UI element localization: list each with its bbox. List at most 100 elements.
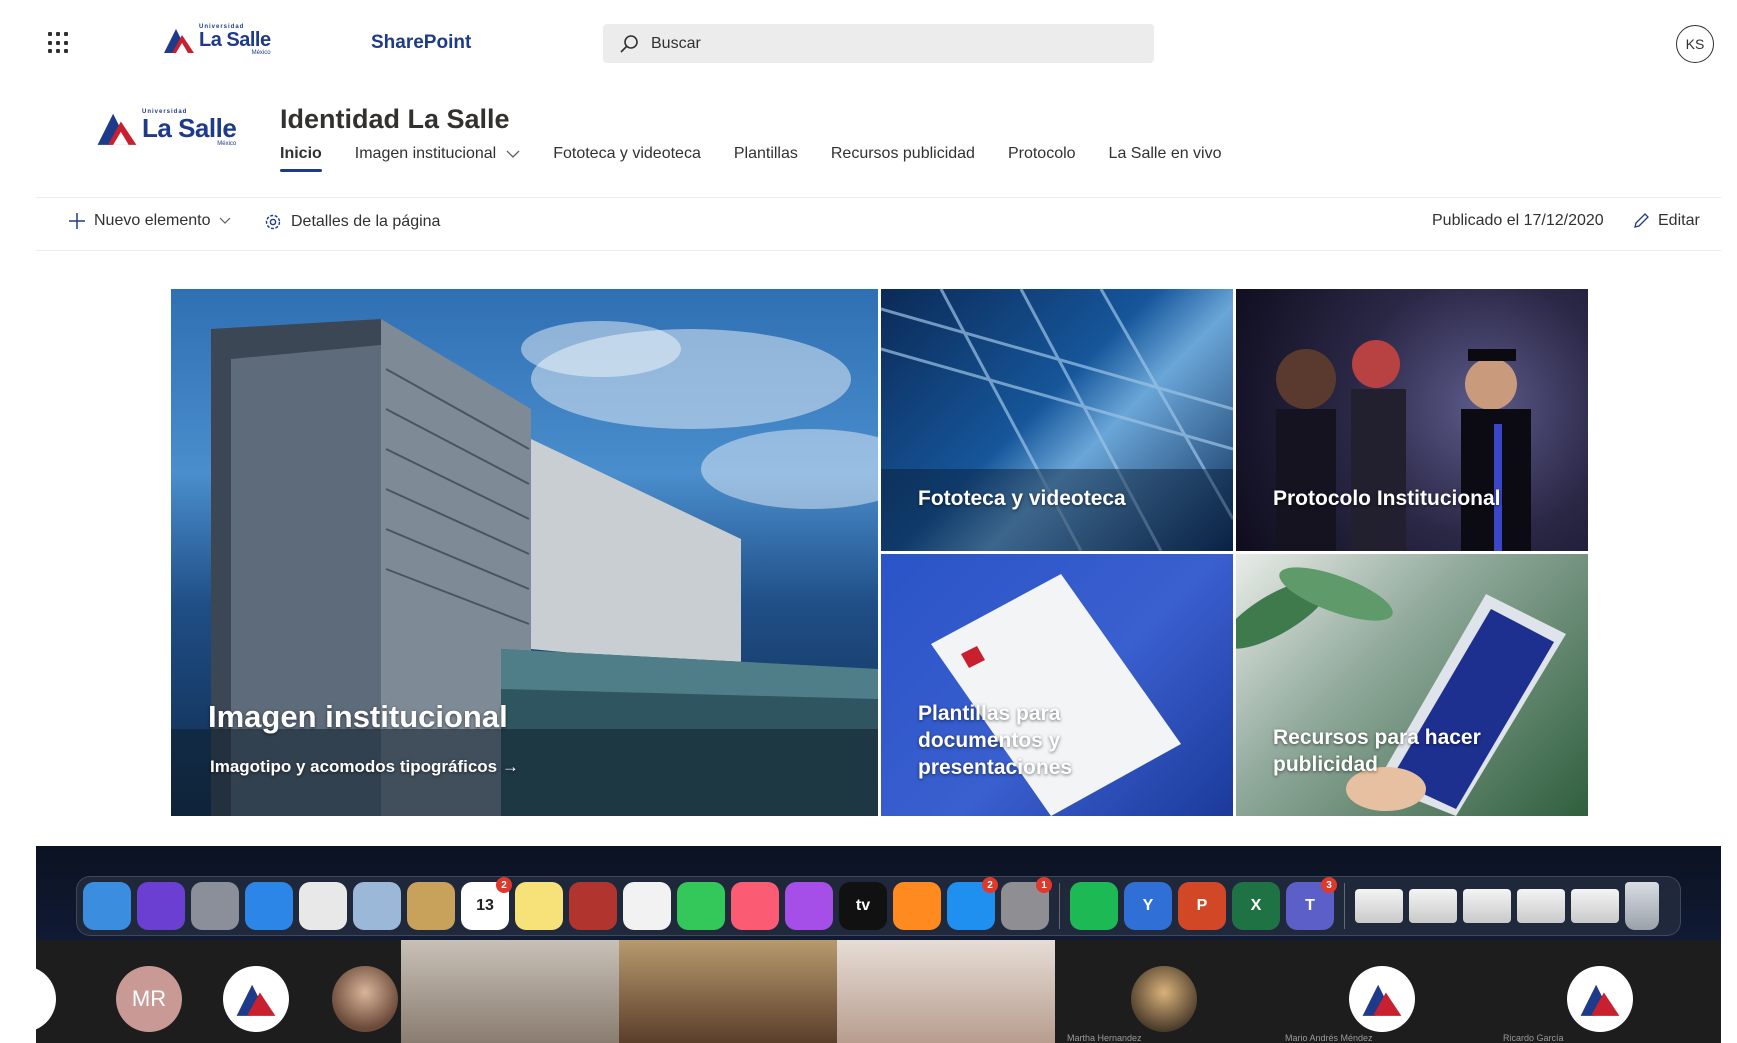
hero-tile-imagen-institucional[interactable]: Imagen institucional Imagotipo y acomodo…: [171, 289, 878, 816]
sharepoint-app-name[interactable]: SharePoint: [371, 32, 471, 54]
search-icon: [620, 34, 638, 53]
nav-imagen-institucional[interactable]: Imagen institucional: [355, 142, 520, 166]
dock-app-glyph: Y: [1142, 897, 1154, 914]
new-item-button[interactable]: Nuevo elemento: [68, 212, 231, 230]
la-salle-emblem-icon: [164, 29, 194, 53]
facetime-icon[interactable]: [677, 882, 725, 930]
graduation-image: [1276, 340, 1531, 551]
notes-folder-icon[interactable]: [407, 882, 455, 930]
chevron-down-icon: [506, 150, 520, 158]
spotify-icon[interactable]: [1070, 882, 1118, 930]
recent-window-1[interactable]: [1355, 889, 1403, 923]
macos-dock: 13 2 tv 2 1 Y P X T 3: [76, 876, 1681, 936]
participant-video-2[interactable]: [619, 940, 837, 1043]
hero-webpart: Imagen institucional Imagotipo y acomodo…: [171, 289, 1588, 816]
nav-inicio[interactable]: Inicio: [280, 142, 322, 172]
nav-label: Plantillas: [733, 145, 798, 162]
logo-name-text: La Salle: [142, 113, 237, 143]
logo-sub-text: México: [251, 50, 271, 56]
new-item-label: Nuevo elemento: [94, 212, 211, 229]
safari-icon[interactable]: [245, 882, 293, 930]
site-title[interactable]: Identidad La Salle: [280, 104, 510, 135]
nav-label: Fototeca y videoteca: [553, 145, 701, 162]
dock-app-glyph: P: [1196, 897, 1208, 914]
recent-window-5[interactable]: [1571, 889, 1619, 923]
hero-tile-recursos[interactable]: Recursos para hacer publicidad: [1236, 554, 1588, 816]
page-details-button[interactable]: Detalles de la página: [263, 212, 440, 232]
nav-la-salle-en-vivo[interactable]: La Salle en vivo: [1109, 142, 1222, 166]
command-divider: [36, 250, 1721, 251]
books-icon[interactable]: [893, 882, 941, 930]
participant-name: Mario Andrés Méndez: [1285, 1033, 1373, 1043]
dock-app-glyph: 13: [476, 897, 494, 914]
participant-tile-martha[interactable]: Martha Hernandez: [1055, 940, 1273, 1043]
la-salle-emblem-icon: [36, 966, 56, 1032]
participant-video-1[interactable]: [401, 940, 619, 1043]
photo-booth-icon[interactable]: [569, 882, 617, 930]
notes-icon[interactable]: [515, 882, 563, 930]
user-avatar[interactable]: KS: [1676, 25, 1714, 63]
chrome-icon[interactable]: [299, 882, 347, 930]
hero-tile-plantillas[interactable]: Plantillas para documentos y presentacio…: [881, 554, 1233, 816]
search-box[interactable]: Buscar: [603, 24, 1154, 63]
notification-badge: 2: [982, 877, 998, 893]
participant-name: Martha Hernandez: [1067, 1033, 1142, 1043]
nav-label: Imagen institucional: [354, 145, 497, 162]
recent-window-4[interactable]: [1517, 889, 1565, 923]
university-logo[interactable]: Universidad La Salle México: [162, 24, 271, 56]
preview-icon[interactable]: [353, 882, 401, 930]
powerpoint-icon[interactable]: P: [1178, 882, 1226, 930]
dock-separator: [1059, 883, 1060, 929]
nav-recursos-publicidad[interactable]: Recursos publicidad: [831, 142, 975, 166]
la-salle-emblem-icon: [97, 113, 137, 145]
hero-tile-protocolo[interactable]: Protocolo Institucional: [1236, 289, 1588, 551]
tv-icon[interactable]: tv: [839, 882, 887, 930]
chevron-down-icon: [219, 217, 230, 224]
la-salle-emblem-icon: [1349, 966, 1415, 1032]
launchpad-icon[interactable]: [191, 882, 239, 930]
architecture-image: [881, 289, 1233, 551]
calendar-icon[interactable]: 13 2: [461, 877, 512, 930]
nav-protocolo[interactable]: Protocolo: [1008, 142, 1076, 166]
recent-window-2[interactable]: [1409, 889, 1457, 923]
site-navigation: Inicio Imagen institucional Fototeca y v…: [280, 142, 1255, 172]
notification-badge: 2: [496, 877, 512, 893]
page-details-label: Detalles de la página: [291, 213, 441, 230]
hero-main-subtitle[interactable]: Imagotipo y acomodos tipográficos →: [210, 757, 519, 777]
participant-tile-mario[interactable]: Mario Andrés Méndez: [1273, 940, 1491, 1043]
nav-plantillas[interactable]: Plantillas: [734, 142, 798, 166]
nav-label: La Salle en vivo: [1108, 145, 1222, 162]
music-icon[interactable]: [731, 882, 779, 930]
finder-icon[interactable]: [83, 882, 131, 930]
photos-icon[interactable]: [623, 882, 671, 930]
participant-video-3[interactable]: [837, 940, 1055, 1043]
podcasts-icon[interactable]: [785, 882, 833, 930]
participant-photo: [1131, 966, 1197, 1032]
edit-label: Editar: [1658, 212, 1700, 229]
yammer-icon[interactable]: Y: [1124, 882, 1172, 930]
nav-label: Recursos publicidad: [830, 145, 975, 162]
hero-main-title: Imagen institucional: [208, 699, 508, 734]
plus-icon: [69, 213, 85, 229]
participant-tile-partial[interactable]: [36, 940, 76, 1043]
teams-icon[interactable]: T3: [1286, 877, 1337, 930]
participant-tile-lasalle-1[interactable]: [201, 940, 311, 1043]
siri-icon[interactable]: [137, 882, 185, 930]
site-logo[interactable]: Universidad La Salle México: [95, 108, 237, 148]
nav-label: Protocolo: [1007, 145, 1076, 162]
edit-button[interactable]: Editar: [1632, 212, 1700, 230]
system-preferences-icon[interactable]: 1: [1001, 877, 1052, 930]
logo-name-text: La Salle: [199, 29, 271, 51]
nav-fototeca[interactable]: Fototeca y videoteca: [553, 142, 701, 166]
tile-caption: Protocolo Institucional: [1273, 487, 1501, 510]
trash-icon[interactable]: [1625, 882, 1659, 930]
participant-tile-ricardo[interactable]: Ricardo García: [1491, 940, 1709, 1043]
app-launcher-icon[interactable]: [48, 32, 70, 54]
suite-bar: Universidad La Salle México SharePoint B…: [0, 0, 1737, 86]
participant-tile-mr[interactable]: MR: [94, 940, 204, 1043]
recent-window-3[interactable]: [1463, 889, 1511, 923]
app-store-icon[interactable]: 2: [947, 877, 998, 930]
excel-icon[interactable]: X: [1232, 882, 1280, 930]
hero-tile-fototeca[interactable]: Fototeca y videoteca: [881, 289, 1233, 551]
video-participants-strip: MR Martha Hernandez Mario Andrés Méndez …: [36, 940, 1721, 1043]
